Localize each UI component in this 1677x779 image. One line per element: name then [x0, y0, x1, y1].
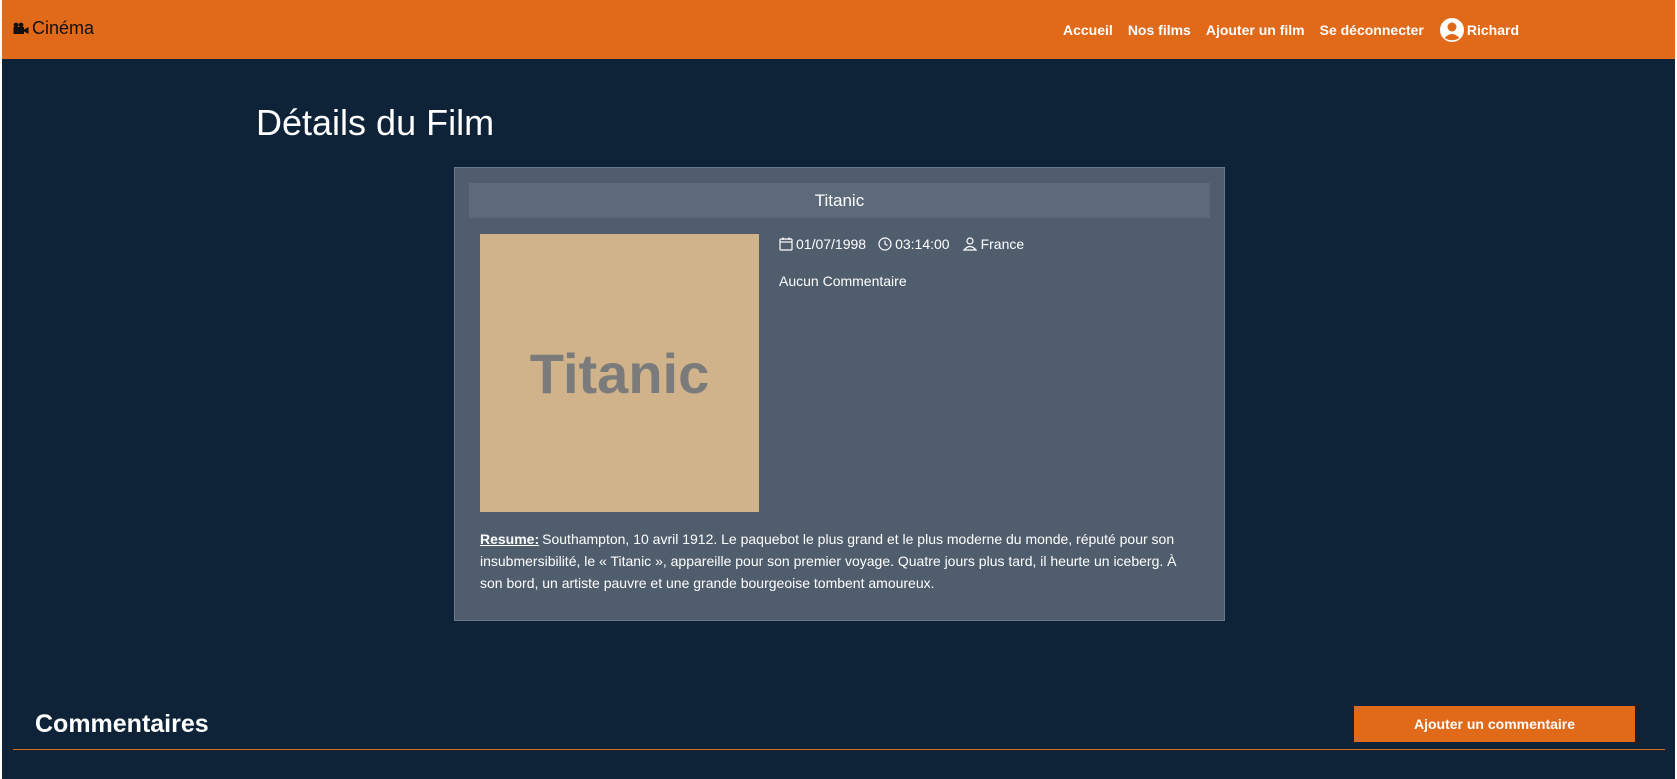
page-title: Détails du Film [256, 102, 495, 143]
film-date-value: 01/07/1998 [796, 236, 867, 252]
poster-text: Titanic [529, 341, 710, 405]
film-meta: 01/07/1998 03:14:00 France [779, 236, 1036, 252]
film-country: France [962, 236, 1025, 252]
film-country-value: France [980, 236, 1025, 252]
film-poster: Titanic [480, 234, 759, 512]
film-duration: 03:14:00 [878, 236, 950, 252]
add-comment-button[interactable]: Ajouter un commentaire [1354, 706, 1635, 742]
resume-text: Southampton, 10 avril 1912. Le paquebot … [480, 531, 1177, 591]
film-duration-value: 03:14:00 [895, 236, 950, 252]
resume-label: Resume: [480, 531, 540, 547]
brand-link[interactable]: Cinéma [13, 18, 94, 39]
film-date: 01/07/1998 [779, 236, 866, 252]
user-name: Richard [1466, 21, 1519, 38]
film-card: Titanic Titanic 01/07/1998 03:14:00 Fran… [454, 167, 1225, 621]
camera-icon [13, 22, 29, 34]
nav-link-nos-films[interactable]: Nos films [1128, 22, 1191, 38]
film-title: Titanic [469, 183, 1210, 218]
person-icon [962, 237, 977, 251]
app-container: Cinéma Accueil Nos films Ajouter un film… [2, 0, 1675, 779]
film-resume: Resume: Southampton, 10 avril 1912. Le pa… [480, 528, 1190, 594]
comments-status: Aucun Commentaire [779, 273, 907, 289]
user-avatar-icon [1439, 17, 1464, 42]
navbar: Cinéma Accueil Nos films Ajouter un film… [2, 0, 1675, 59]
nav-links: Accueil Nos films Ajouter un film Se déc… [1048, 0, 1519, 59]
nav-link-deconnecter[interactable]: Se déconnecter [1320, 22, 1424, 38]
comments-divider [13, 749, 1665, 750]
brand-label: Cinéma [32, 18, 95, 38]
comments-title: Commentaires [35, 710, 209, 738]
browser-frame: Cinéma Accueil Nos films Ajouter un film… [0, 0, 1677, 779]
calendar-icon [779, 237, 793, 251]
user-menu[interactable]: Richard [1439, 17, 1519, 43]
nav-link-ajouter-film[interactable]: Ajouter un film [1206, 22, 1305, 38]
clock-icon [878, 237, 892, 251]
nav-link-accueil[interactable]: Accueil [1063, 22, 1113, 38]
